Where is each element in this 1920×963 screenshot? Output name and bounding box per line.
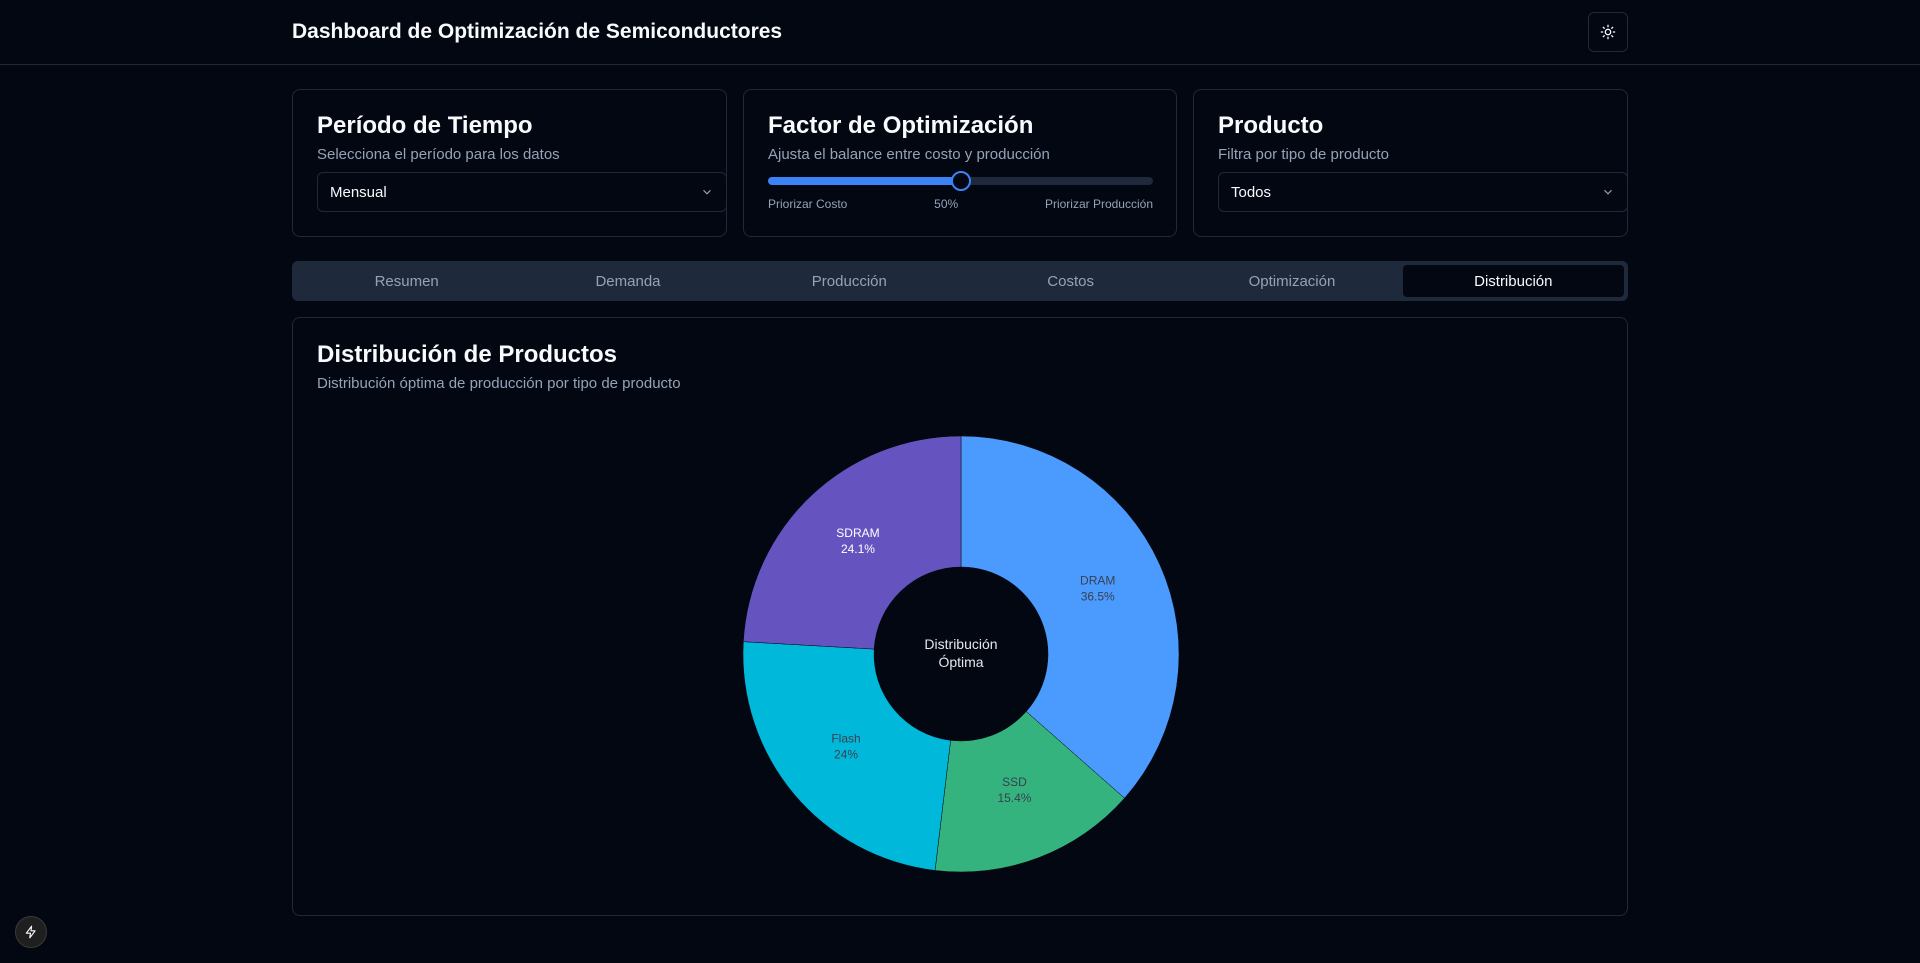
tab-optimizacion[interactable]: Optimización	[1181, 265, 1402, 297]
donut-chart: DRAM 36.5% SSD 15.4% Flash 24% SDRAM 24.1% Distr…	[742, 435, 1180, 873]
center-label-line: Distribución	[924, 636, 997, 652]
product-title: Producto	[1218, 112, 1324, 139]
tab-resumen[interactable]: Resumen	[296, 265, 517, 297]
optimization-title: Factor de Optimización	[768, 112, 1034, 139]
product-select[interactable]: Todos	[1218, 172, 1628, 212]
tab-costos[interactable]: Costos	[960, 265, 1181, 297]
slice-label-sdram: SDRAM	[836, 526, 879, 540]
slice-value-ssd: 15.4%	[997, 791, 1031, 805]
tab-distribucion[interactable]: Distribución	[1402, 265, 1624, 297]
product-card: Producto Filtra por tipo de producto Tod…	[1193, 89, 1628, 237]
product-description: Filtra por tipo de producto	[1218, 146, 1389, 163]
floating-action-button[interactable]	[15, 916, 47, 948]
period-select-value: Mensual	[330, 183, 387, 201]
chevron-down-icon	[703, 189, 711, 195]
chevron-down-icon	[1604, 189, 1612, 195]
product-select-value: Todos	[1231, 183, 1272, 201]
slice-label-dram: DRAM	[1080, 573, 1115, 587]
slice-value-sdram: 24.1%	[841, 542, 875, 556]
slice-value-dram: 36.5%	[1081, 589, 1115, 603]
optimization-card: Factor de Optimización Ajusta el balance…	[743, 89, 1177, 237]
slider-thumb[interactable]	[950, 171, 971, 191]
tab-demanda[interactable]: Demanda	[517, 265, 738, 297]
optimization-description: Ajusta el balance entre costo y producci…	[768, 146, 1050, 163]
slider-labels: Priorizar Costo 50% Priorizar Producción	[768, 197, 1153, 211]
slice-label-ssd: SSD	[1002, 775, 1027, 789]
slider-range	[768, 177, 961, 185]
tab-list: Resumen Demanda Producción Costos Optimi…	[292, 261, 1628, 301]
slider-left-label: Priorizar Costo	[768, 197, 848, 211]
center-label-line: Óptima	[938, 654, 983, 670]
distribution-card: Distribución de Productos Distribución ó…	[292, 317, 1628, 916]
period-title: Período de Tiempo	[317, 112, 533, 139]
slice-label-flash: Flash	[831, 731, 860, 745]
slider-value-label: 50%	[934, 197, 959, 211]
sun-icon	[1600, 24, 1616, 40]
tab-produccion[interactable]: Producción	[739, 265, 960, 297]
slice-value-flash: 24%	[834, 747, 858, 761]
period-card: Período de Tiempo Selecciona el período …	[292, 89, 727, 237]
slider-right-label: Priorizar Producción	[1044, 197, 1153, 211]
top-bar: Dashboard de Optimización de Semiconduct…	[0, 0, 1920, 65]
optimization-slider[interactable]	[768, 171, 1153, 191]
theme-toggle-button[interactable]	[1588, 12, 1628, 52]
period-select[interactable]: Mensual	[317, 172, 727, 212]
lightning-icon	[25, 925, 36, 939]
page-title: Dashboard de Optimización de Semiconduct…	[292, 20, 783, 43]
period-description: Selecciona el período para los datos	[317, 146, 560, 163]
